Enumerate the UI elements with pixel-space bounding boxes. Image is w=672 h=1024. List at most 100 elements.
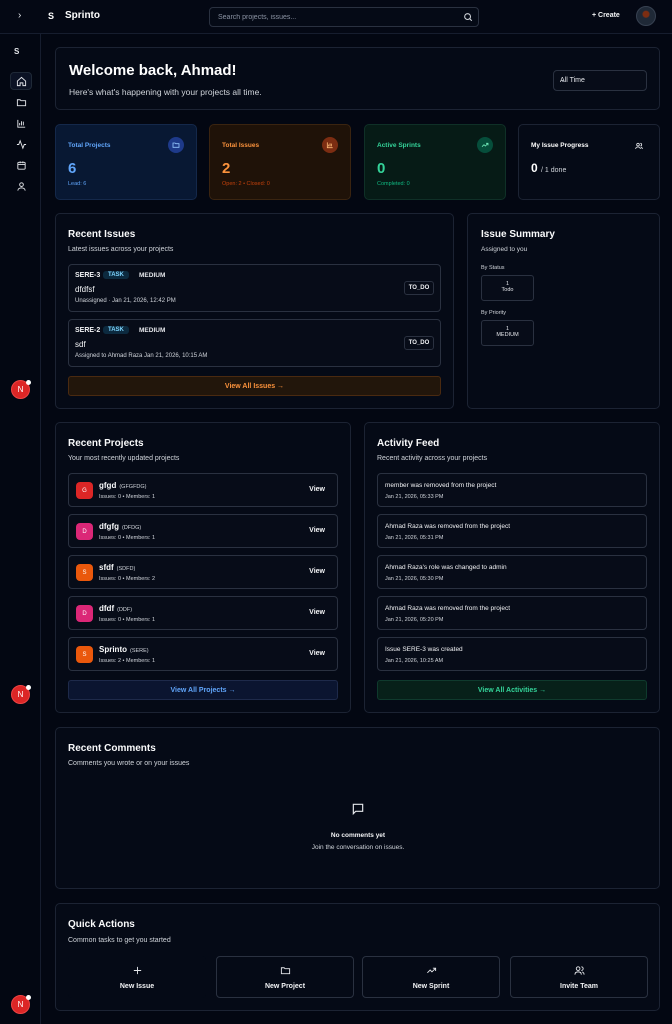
view-project-button[interactable]: View [309,650,325,657]
view-project-button[interactable]: View [309,568,325,575]
section-title: Recent Comments [68,743,156,754]
expand-sidebar-icon[interactable]: › [18,10,21,21]
section-title: Issue Summary [481,229,555,240]
trending-up-icon [477,137,493,153]
section-subtitle: Comments you wrote or on your issues [68,760,190,767]
quick-actions-card: Quick Actions Common tasks to get you st… [55,903,660,1011]
notification-badge[interactable]: N [11,380,31,399]
stat-issue-progress[interactable]: My Issue Progress 0 / 1 done [518,124,660,200]
issue-type-badge: TASK [103,326,129,334]
folder-icon [168,137,184,153]
project-item[interactable]: Ggfgd (GFGFDG) Issues: 0 • Members: 1 View [68,473,338,507]
folder-icon [280,967,291,975]
user-avatar[interactable] [636,6,656,26]
priority-count-box[interactable]: 1 MEDIUM [481,320,534,346]
project-avatar: G [76,482,93,499]
project-item[interactable]: Ddfgfg (DFDG) Issues: 0 • Members: 1 View [68,514,338,548]
view-all-projects-button[interactable]: View All Projects → [68,680,338,700]
by-status-label: By Status [481,265,505,271]
activity-item[interactable]: Ahmad Raza was removed from the project J… [377,596,647,630]
view-all-activities-button[interactable]: View All Activities → [377,680,647,700]
activity-time: Jan 21, 2026, 10:25 AM [385,658,444,664]
brand-name[interactable]: Sprinto [65,10,100,21]
issue-key: SERE-3 [75,272,101,279]
section-title: Activity Feed [377,438,440,449]
project-meta: Issues: 0 • Members: 1 [99,494,156,500]
quick-action-label: New Issue [119,983,155,990]
new-sprint-button[interactable]: New Sprint [362,956,500,998]
project-meta: Issues: 0 • Members: 2 [99,576,156,582]
notification-badge[interactable]: N [11,995,31,1014]
sidebar-item-projects[interactable] [10,93,32,111]
sidebar-item-calendar[interactable] [10,156,32,174]
new-project-button[interactable]: New Project [216,956,354,998]
sidebar-item-reports[interactable] [10,114,32,132]
create-button[interactable]: + Create [592,12,620,19]
issue-key: SERE-2 [75,327,101,334]
project-meta: Issues: 0 • Members: 1 [99,535,156,541]
issue-item[interactable]: SERE-2 TASK MEDIUM sdf Assigned to Ahmad… [68,319,441,367]
invite-team-button[interactable]: Invite Team [510,956,648,998]
issue-title: sdf [75,340,86,349]
project-item[interactable]: Ssfdf (SDFD) Issues: 0 • Members: 2 View [68,555,338,589]
project-meta: Issues: 2 • Members: 1 [99,658,156,664]
recent-projects-card: Recent Projects Your most recently updat… [55,422,351,713]
view-project-button[interactable]: View [309,527,325,534]
top-bar: › S Sprinto + Create [0,0,672,34]
activity-time: Jan 21, 2026, 05:20 PM [385,617,444,623]
project-key: (GFGFDG) [119,484,147,490]
project-avatar: S [76,646,93,663]
stat-label: My Issue Progress [531,142,589,149]
stat-note: Completed: 0 [377,181,410,187]
priority-name: MEDIUM [496,332,519,338]
time-range-select[interactable]: All Time ⌄ [553,70,647,91]
search-icon[interactable] [463,12,473,22]
by-priority-label: By Priority [481,310,507,316]
welcome-title: Welcome back, Ahmad! [69,62,237,79]
recent-issues-card: Recent Issues Latest issues across your … [55,213,454,409]
activity-text: Ahmad Raza was removed from the project [385,605,510,612]
activity-text: Issue SERE-3 was created [385,646,463,653]
activity-item[interactable]: Ahmad Raza was removed from the project J… [377,514,647,548]
status-count-box[interactable]: 1 Todo [481,275,534,301]
stat-value: 0 [531,161,538,175]
section-title: Recent Projects [68,438,144,449]
project-key: (DFDG) [122,525,142,531]
activity-text: member was removed from the project [385,482,497,489]
project-item[interactable]: S Sprinto (SERE) Issues: 2 • Members: 1 View [68,637,338,671]
new-issue-button[interactable]: New Issue [68,956,206,998]
quick-action-label: New Project [264,983,306,990]
view-project-button[interactable]: View [309,486,325,493]
issue-status-badge: TO_DO [404,336,434,350]
sidebar-item-home[interactable] [10,72,32,90]
section-subtitle: Common tasks to get you started [68,937,171,944]
sidebar-item-activity[interactable] [10,135,32,153]
issue-item[interactable]: SERE-3 TASK MEDIUM dfdfsf Unassigned · J… [68,264,441,312]
project-name: sfdf [99,563,114,572]
stat-active-sprints[interactable]: Active Sprints 0 Completed: 0 [364,124,506,200]
activity-time: Jan 21, 2026, 05:33 PM [385,494,444,500]
project-item[interactable]: Ddfdf (DDF) Issues: 0 • Members: 1 View [68,596,338,630]
stat-value: 0 [377,160,386,177]
issue-title: dfdfsf [75,285,95,294]
issue-status-badge: TO_DO [404,281,434,295]
sidebar-item-profile[interactable] [10,177,32,195]
project-name: Sprinto [99,645,127,654]
stat-total-issues[interactable]: Total Issues 2 Open: 2 • Closed: 0 [209,124,351,200]
view-all-issues-button[interactable]: View All Issues → [68,376,441,396]
search-box[interactable] [209,7,479,27]
project-avatar: D [76,605,93,622]
activity-item[interactable]: member was removed from the project Jan 2… [377,473,647,507]
activity-time: Jan 21, 2026, 05:31 PM [385,535,444,541]
activity-text: Ahmad Raza's role was changed to admin [385,564,507,571]
quick-action-label: Invite Team [560,983,598,990]
welcome-subtitle: Here's what's happening with your projec… [69,87,262,97]
view-project-button[interactable]: View [309,609,325,616]
sidebar: S [0,34,41,1024]
search-input[interactable] [218,12,458,23]
activity-item[interactable]: Issue SERE-3 was created Jan 21, 2026, 10… [377,637,647,671]
stat-total-projects[interactable]: Total Projects 6 Lead: 6 [55,124,197,200]
notification-badge[interactable]: N [11,685,31,704]
activity-item[interactable]: Ahmad Raza's role was changed to admin Ja… [377,555,647,589]
project-key: (SDFD) [116,566,136,572]
